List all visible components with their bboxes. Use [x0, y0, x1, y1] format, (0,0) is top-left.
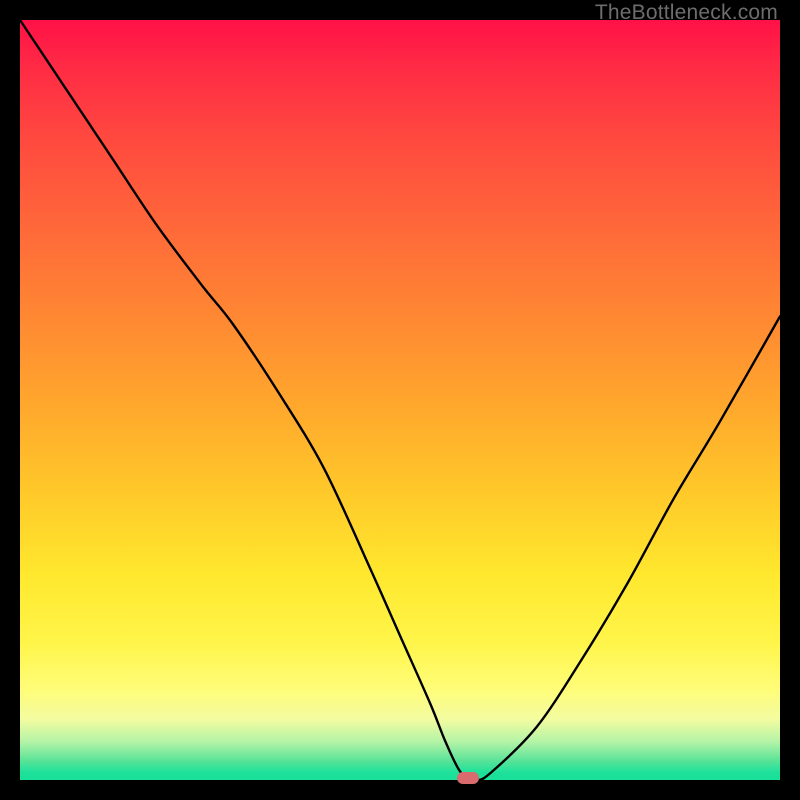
plot-area — [20, 20, 780, 780]
curve-svg — [20, 20, 780, 780]
optimal-marker — [457, 772, 479, 784]
chart-stage: TheBottleneck.com — [0, 0, 800, 800]
bottleneck-curve-path — [20, 20, 780, 780]
